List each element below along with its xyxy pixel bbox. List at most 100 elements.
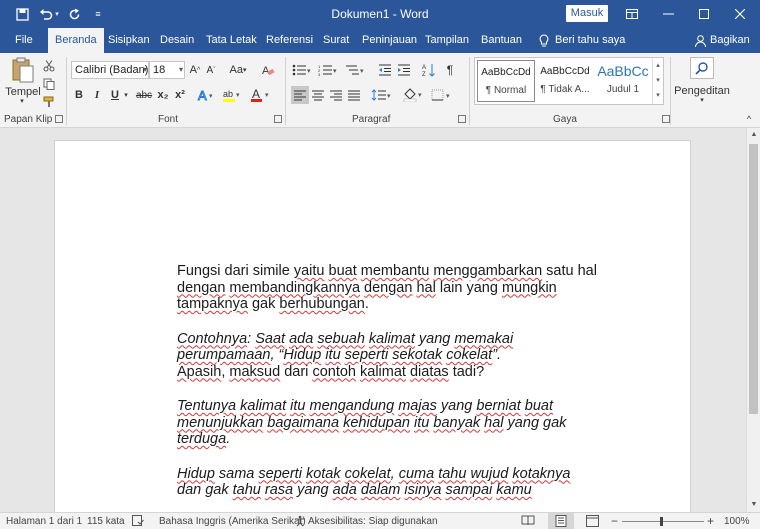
misspelled-word[interactable]: bagaimana — [267, 415, 339, 431]
cut-icon[interactable] — [42, 57, 56, 75]
document-page[interactable]: Fungsi dari simile yaitu buat membantu m… — [54, 140, 691, 512]
misspelled-word[interactable]: membantu — [361, 263, 430, 279]
word-count[interactable]: 115 kata — [87, 516, 125, 527]
tab-tata-letak[interactable]: Tata Letak — [199, 28, 264, 53]
text-run[interactable]: dan gak — [177, 482, 233, 498]
misspelled-word[interactable]: kalimat — [360, 364, 406, 380]
sign-in-button[interactable]: Masuk — [566, 5, 608, 22]
misspelled-word[interactable]: maksud — [229, 364, 280, 380]
tell-me-box[interactable]: Beri tahu saya — [532, 28, 632, 53]
decrease-indent-icon[interactable] — [377, 61, 393, 79]
misspelled-word[interactable]: cokelat — [345, 466, 391, 482]
tab-desain[interactable]: Desain — [153, 28, 201, 53]
language-indicator[interactable]: Bahasa Inggris (Amerika Serikat) — [159, 516, 306, 527]
misspelled-word[interactable]: yaitu — [294, 263, 325, 279]
zoom-slider-handle[interactable] — [660, 517, 663, 526]
misspelled-word[interactable]: hal — [416, 280, 435, 296]
multilevel-list-icon[interactable]: ▾ — [344, 61, 366, 79]
superscript-button[interactable]: x² — [173, 86, 187, 104]
misspelled-word[interactable]: Saat — [255, 331, 285, 347]
text-run[interactable]: . — [365, 296, 369, 312]
misspelled-word[interactable]: majas — [398, 398, 437, 414]
text-run[interactable]: yang — [437, 398, 477, 414]
paragraph[interactable]: Contohnya: Saat ada sebuah kalimat yang … — [177, 331, 617, 381]
paste-icon[interactable] — [8, 55, 38, 85]
change-case-button[interactable]: Aa ▾ — [226, 61, 250, 79]
customize-qat-icon[interactable]: ≡ — [90, 6, 106, 22]
text-line[interactable]: Apasih, maksud dari contoh kalimat diata… — [177, 364, 617, 381]
misspelled-word[interactable]: seperti — [258, 466, 302, 482]
misspelled-word[interactable]: wujud — [470, 466, 508, 482]
maximize-icon[interactable] — [686, 0, 722, 28]
justify-icon[interactable] — [345, 86, 363, 104]
font-launcher-icon[interactable] — [274, 115, 282, 123]
tab-surat[interactable]: Surat — [316, 28, 356, 53]
minimize-icon[interactable] — [650, 0, 686, 28]
tab-tampilan[interactable]: Tampilan — [418, 28, 476, 53]
zoom-in-icon[interactable]: + — [707, 514, 714, 528]
text-line[interactable]: terduga. — [177, 431, 617, 448]
misspelled-word[interactable]: berhubungan — [279, 296, 364, 312]
undo-icon[interactable] — [38, 6, 54, 22]
increase-indent-icon[interactable] — [396, 61, 412, 79]
misspelled-word[interactable]: Hidup — [283, 347, 321, 363]
misspelled-word[interactable]: memakai — [454, 331, 513, 347]
shrink-font-icon[interactable]: Aˇ — [204, 61, 218, 79]
subscript-button[interactable]: x₂ — [156, 86, 170, 104]
text-run[interactable]: Fungsi dari simile — [177, 263, 294, 279]
misspelled-word[interactable]: buat — [329, 263, 357, 279]
misspelled-word[interactable]: dalam — [361, 482, 401, 498]
paragraph-launcher-icon[interactable] — [458, 115, 466, 123]
misspelled-word[interactable]: itu — [290, 398, 305, 414]
misspelled-word[interactable]: tahu — [438, 466, 466, 482]
print-layout-icon[interactable] — [548, 513, 574, 529]
italic-button[interactable]: I — [90, 86, 104, 104]
style-normal[interactable]: AaBbCcDd ¶ Normal — [477, 60, 535, 102]
zoom-slider[interactable] — [622, 521, 704, 522]
misspelled-word[interactable]: contoh — [312, 364, 356, 380]
misspelled-word[interactable]: sampai — [446, 482, 493, 498]
text-run[interactable]: gak — [248, 296, 279, 312]
find-icon[interactable] — [690, 57, 714, 79]
misspelled-word[interactable]: rasa — [265, 482, 293, 498]
accessibility-icon[interactable] — [294, 515, 306, 529]
read-mode-icon[interactable] — [521, 515, 535, 529]
misspelled-word[interactable]: hal — [484, 415, 503, 431]
paste-dropdown-icon[interactable]: ▾ — [16, 96, 28, 106]
scroll-up-icon[interactable]: ▲ — [747, 128, 760, 142]
misspelled-word[interactable]: ada — [333, 482, 357, 498]
tab-beranda[interactable]: Beranda — [48, 28, 104, 53]
text-run[interactable]: dari — [280, 364, 312, 380]
chevron-up-icon[interactable]: ▴ — [653, 58, 663, 73]
share-button[interactable]: Bagikan — [688, 28, 757, 53]
tab-peninjauan[interactable]: Peninjauan — [355, 28, 424, 53]
text-run[interactable]: , — [391, 466, 399, 482]
misspelled-word[interactable]: kalimat — [240, 398, 286, 414]
text-line[interactable]: perumpamaan, “Hidup itu seperti sekotak … — [177, 347, 617, 364]
tab-file[interactable]: File — [8, 28, 40, 53]
misspelled-word[interactable]: tampaknya — [177, 296, 248, 312]
misspelled-word[interactable]: ada — [289, 331, 313, 347]
clear-formatting-icon[interactable]: A — [260, 61, 276, 79]
sort-icon[interactable]: AZ — [421, 61, 437, 79]
format-painter-icon[interactable] — [42, 93, 56, 111]
misspelled-word[interactable]: kehidupan — [343, 415, 410, 431]
text-line[interactable]: tampaknya gak berhubungan. — [177, 296, 617, 313]
strikethrough-button[interactable]: abc — [134, 86, 154, 104]
misspelled-word[interactable]: kotaknya — [512, 466, 570, 482]
proofing-icon[interactable] — [132, 515, 144, 529]
redo-icon[interactable] — [66, 6, 82, 22]
misspelled-word[interactable]: kotak — [306, 466, 341, 482]
font-name-select[interactable]: Calibri (Badan) ▾ — [71, 61, 149, 79]
grow-font-icon[interactable]: A ^ — [188, 61, 202, 79]
text-run[interactable]: sama — [215, 466, 259, 482]
misspelled-word[interactable]: berniat — [476, 398, 520, 414]
misspelled-word[interactable]: Contohnya — [177, 331, 247, 347]
misspelled-word[interactable]: kalimat — [369, 331, 415, 347]
more-styles-icon[interactable]: ▾ — [653, 88, 663, 103]
text-run[interactable]: : — [247, 331, 255, 347]
misspelled-word[interactable]: mengandung — [310, 398, 395, 414]
tab-referensi[interactable]: Referensi — [259, 28, 320, 53]
misspelled-word[interactable]: membandingkannya — [229, 280, 360, 296]
text-run[interactable]: yang — [415, 331, 455, 347]
